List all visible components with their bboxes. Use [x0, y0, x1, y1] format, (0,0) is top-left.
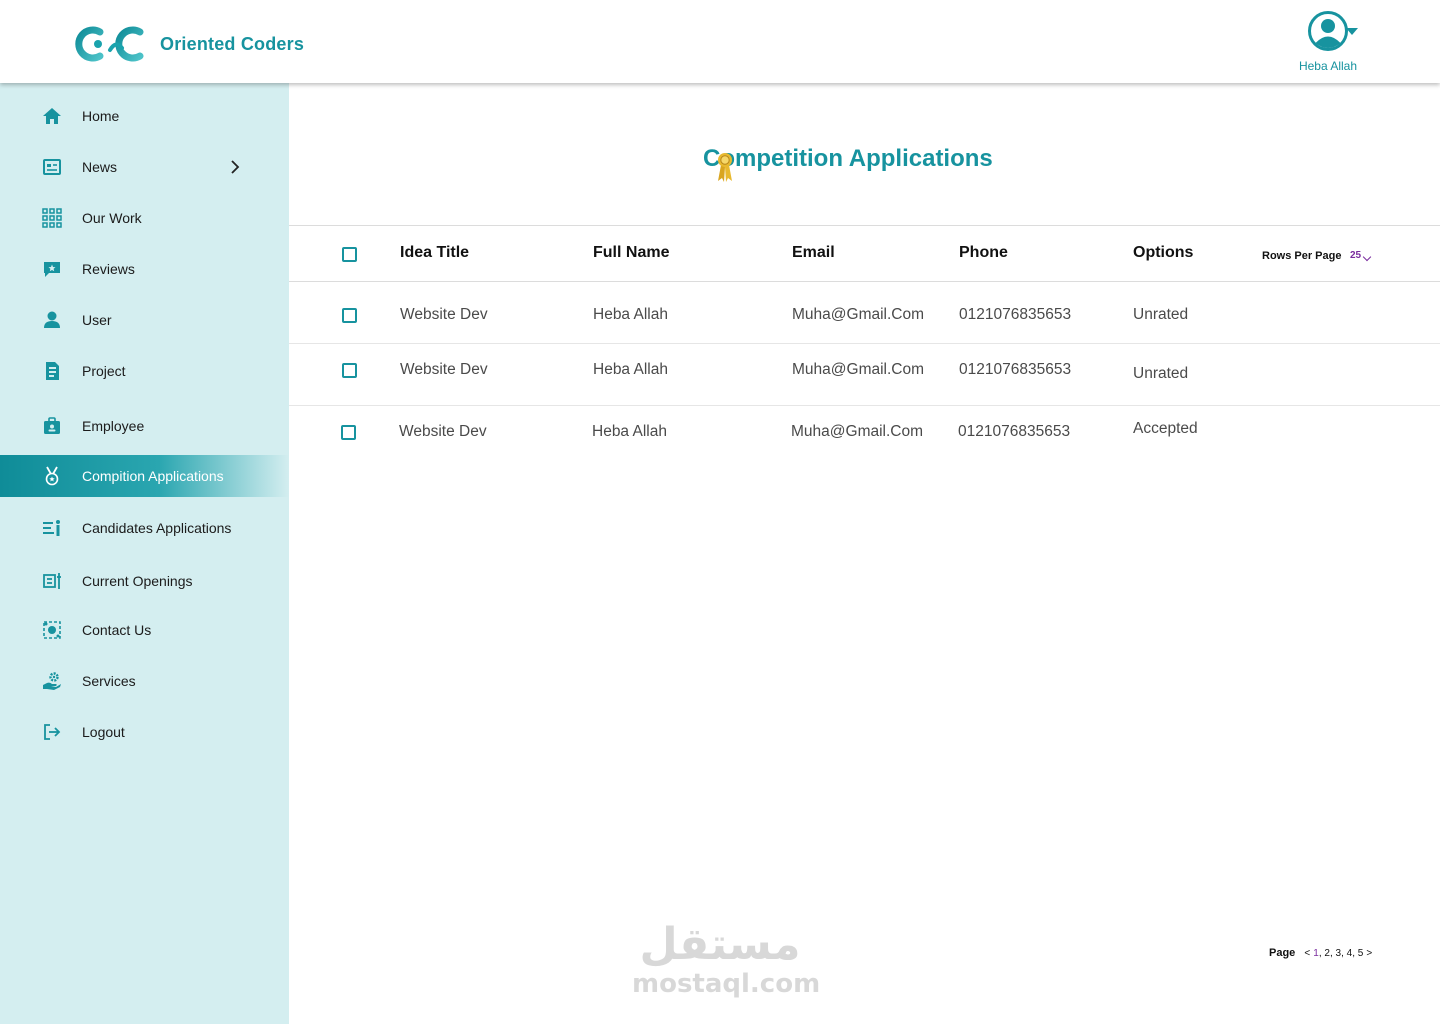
cell-email: Muha@Gmail.Com — [792, 306, 925, 323]
sidebar-item-candidates-applications[interactable]: Candidates Applications — [0, 507, 289, 549]
watermark-arabic: مستقل — [639, 919, 801, 970]
row-checkbox[interactable] — [342, 308, 357, 323]
cell-email: Muha@Gmail.Com — [792, 361, 925, 378]
mostaql-watermark: مستقل mostaql.com — [632, 919, 821, 999]
top-header: Oriented Coders Heba Allah — [0, 0, 1440, 83]
sidebar-item-services[interactable]: Services — [0, 660, 289, 702]
brand-logo[interactable]: Oriented Coders — [70, 22, 304, 66]
chevron-down-icon[interactable] — [1346, 28, 1358, 35]
column-header-full-name[interactable]: Full Name — [593, 244, 669, 262]
sidebar-item-news[interactable]: News — [0, 146, 289, 188]
sidebar-item-label: Candidates Applications — [82, 520, 232, 536]
news-icon — [41, 156, 63, 178]
rows-per-page-label: Rows Per Page — [1262, 250, 1342, 262]
page-title: Competition Applications — [703, 145, 993, 172]
sidebar-item-label: User — [82, 312, 112, 328]
sidebar-item-current-openings[interactable]: Current Openings — [0, 560, 289, 602]
table-header-divider — [289, 281, 1440, 282]
cell-option-status[interactable]: Unrated — [1133, 306, 1188, 324]
user-name: Heba Allah — [1298, 59, 1358, 73]
user-menu[interactable]: Heba Allah — [1290, 10, 1366, 73]
cell-phone: 0121076835653 — [959, 306, 1072, 323]
award-ribbon-icon — [718, 153, 732, 182]
sidebar-item-label: Logout — [82, 724, 125, 740]
sidebar-item-label: Current Openings — [82, 573, 193, 589]
column-header-idea-title[interactable]: Idea Title — [400, 244, 469, 262]
contact-icon — [41, 619, 63, 641]
candidates-icon — [41, 517, 63, 539]
rows-per-page-select[interactable]: 25 — [1350, 250, 1361, 261]
medal-icon — [41, 465, 63, 487]
sidebar-item-label: Compition Applications — [82, 468, 224, 484]
logout-icon — [41, 721, 63, 743]
row-checkbox[interactable] — [342, 363, 357, 378]
openings-icon — [41, 570, 63, 592]
sidebar-item-contact-us[interactable]: Contact Us — [0, 609, 289, 651]
employee-icon — [41, 415, 63, 437]
services-icon — [41, 670, 63, 692]
sidebar-item-label: Reviews — [82, 261, 135, 277]
chevron-down-icon[interactable] — [1362, 252, 1372, 262]
sidebar-item-logout[interactable]: Logout — [0, 711, 289, 753]
grid-icon — [41, 207, 63, 229]
sidebar-item-home[interactable]: Home — [0, 95, 289, 137]
sidebar-item-label: Contact Us — [82, 622, 152, 638]
sidebar-item-label: Home — [82, 108, 120, 124]
review-icon — [41, 258, 63, 280]
cell-option-status[interactable]: Unrated — [1133, 365, 1188, 383]
sidebar-item-label: Our Work — [82, 210, 142, 226]
select-all-checkbox[interactable] — [342, 247, 357, 262]
cell-option-status[interactable]: Accepted — [1133, 420, 1198, 438]
sidebar-item-compition-applications[interactable]: Compition Applications — [0, 455, 289, 497]
user-icon — [41, 309, 63, 331]
pagination-label: Page — [1269, 947, 1296, 959]
home-icon — [41, 105, 63, 127]
project-icon — [41, 360, 63, 382]
sidebar-item-our-work[interactable]: Our Work — [0, 197, 289, 239]
row-divider — [289, 343, 1440, 344]
cell-email: Muha@Gmail.Com — [791, 423, 924, 440]
sidebar-item-reviews[interactable]: Reviews — [0, 248, 289, 290]
sidebar-item-label: Project — [82, 363, 126, 379]
chevron-right-icon[interactable] — [228, 160, 242, 174]
cell-full-name: Heba Allah — [593, 306, 668, 323]
cell-idea-title: Website Dev — [400, 361, 488, 378]
avatar-icon — [1308, 11, 1348, 51]
sidebar-item-user[interactable]: User — [0, 299, 289, 341]
cell-idea-title: Website Dev — [400, 306, 488, 323]
column-header-email[interactable]: Email — [792, 244, 835, 262]
pagination-next[interactable]: > — [1366, 948, 1372, 959]
title-divider — [289, 225, 1440, 226]
sidebar: Home News Our Work Reviews User Project … — [0, 83, 289, 1024]
cell-phone: 0121076835653 — [959, 361, 1072, 378]
row-checkbox[interactable] — [341, 425, 356, 440]
brand-name: Oriented Coders — [160, 33, 305, 54]
sidebar-item-employee[interactable]: Employee — [0, 405, 289, 447]
sidebar-item-label: News — [82, 159, 118, 175]
column-header-options[interactable]: Options — [1133, 244, 1193, 262]
cell-idea-title: Website Dev — [399, 423, 487, 440]
pagination-prev[interactable]: < — [1304, 948, 1310, 959]
cell-phone: 0121076835653 — [958, 423, 1071, 440]
sidebar-item-project[interactable]: Project — [0, 350, 289, 392]
cell-full-name: Heba Allah — [593, 361, 668, 378]
oc-logo-icon — [75, 26, 144, 62]
watermark-latin: mostaql.com — [632, 969, 821, 999]
row-divider — [289, 405, 1440, 406]
cell-full-name: Heba Allah — [592, 423, 667, 440]
sidebar-item-label: Services — [82, 673, 136, 689]
pagination: Page < 1, 2, 3, 4, 5 > — [1269, 947, 1373, 959]
sidebar-item-label: Employee — [82, 418, 145, 434]
column-header-phone[interactable]: Phone — [959, 244, 1008, 262]
pagination-page[interactable]: 5 — [1358, 948, 1364, 959]
